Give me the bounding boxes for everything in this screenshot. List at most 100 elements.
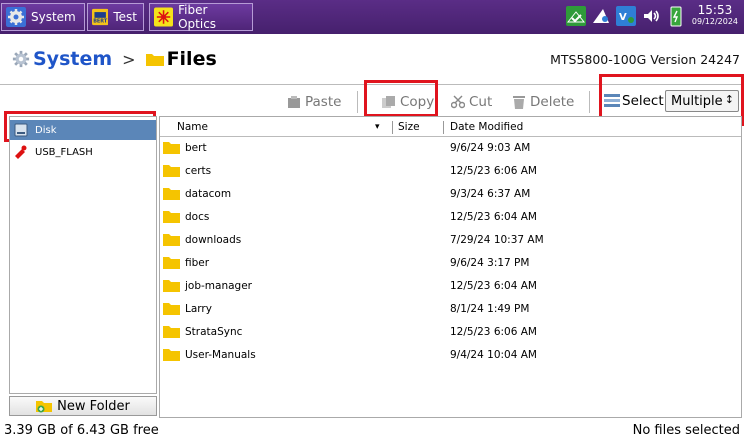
cut-button[interactable]: Cut (451, 92, 492, 112)
column-divider[interactable] (392, 121, 393, 134)
select-mode-value: Multiple (671, 93, 723, 109)
paste-button[interactable]: Paste (287, 92, 341, 112)
table-row[interactable]: docs 12/5/23 6:04 AM (160, 207, 741, 229)
folder-icon (163, 211, 180, 223)
file-table: Name ▾ Size Date Modified bert 9/6/24 9:0… (159, 116, 742, 418)
file-date-modified: 9/4/24 10:04 AM (450, 349, 537, 361)
drive-item-disk[interactable]: Disk (10, 120, 156, 140)
disk-free-space: 3.39 GB of 6.43 GB free (4, 423, 159, 438)
file-name: User-Manuals (185, 349, 256, 361)
svg-text:V: V (619, 12, 627, 23)
select-mode-dropdown[interactable]: Multiple ↕ (665, 90, 739, 112)
disk-icon (14, 123, 28, 137)
folder-icon (163, 188, 180, 200)
file-date-modified: 9/6/24 9:03 AM (450, 142, 531, 154)
table-row[interactable]: fiber 9/6/24 3:17 PM (160, 253, 741, 275)
bert-icon: BERT (92, 8, 109, 26)
file-date-modified: 7/29/24 10:37 AM (450, 234, 544, 246)
file-name: job-manager (185, 280, 252, 292)
scissors-icon (451, 95, 465, 109)
breadcrumb: System > Files (12, 46, 217, 72)
paste-icon (288, 96, 300, 108)
file-date-modified: 12/5/23 6:06 AM (450, 326, 537, 338)
folder-icon (163, 165, 180, 177)
speaker-icon[interactable] (641, 6, 661, 26)
file-name: docs (185, 211, 210, 223)
file-name: bert (185, 142, 207, 154)
folder-icon (163, 257, 180, 269)
toolbar-divider (357, 91, 358, 113)
file-name: downloads (185, 234, 242, 246)
remote-icon[interactable] (591, 6, 611, 26)
select-label-text: Select (622, 93, 664, 109)
clock: 15:53 09/12/2024 (692, 3, 738, 27)
folder-icon (163, 326, 180, 338)
column-header-size[interactable]: Size (398, 121, 420, 133)
gear-icon (6, 7, 26, 27)
column-header-date-modified[interactable]: Date Modified (450, 121, 523, 133)
vnc-icon[interactable]: V (616, 6, 636, 26)
multi-select-icon (604, 94, 620, 107)
app-fiber-optics-label: Fiber Optics (178, 3, 217, 31)
table-row[interactable]: datacom 9/3/24 6:37 AM (160, 184, 741, 206)
copy-icon (382, 96, 395, 108)
file-date-modified: 12/5/23 6:06 AM (450, 165, 537, 177)
table-row[interactable]: downloads 7/29/24 10:37 AM (160, 230, 741, 252)
folder-icon (163, 303, 180, 315)
file-toolbar: Paste Copy Cut Delete Select Multiple ↕ (0, 84, 744, 116)
toolbar-divider (589, 91, 590, 113)
selection-status: No files selected (632, 423, 740, 438)
file-name: datacom (185, 188, 232, 200)
table-row[interactable]: Larry 8/1/24 1:49 PM (160, 299, 741, 321)
file-name: fiber (185, 257, 210, 269)
column-divider[interactable] (443, 121, 444, 134)
drive-list: Disk USB_FLASH (9, 116, 157, 394)
copy-button[interactable]: Copy (382, 92, 434, 112)
select-mode-label: Select (604, 93, 664, 109)
cut-label: Cut (469, 94, 493, 110)
version-label: MTS5800-100G Version 24247 (550, 52, 740, 67)
chevron-updown-icon: ↕ (724, 93, 734, 106)
file-name: Larry (185, 303, 212, 315)
app-system-button[interactable]: System (1, 3, 85, 31)
file-date-modified: 12/5/23 6:04 AM (450, 211, 537, 223)
new-folder-button[interactable]: New Folder (9, 396, 157, 416)
network-check-icon[interactable] (566, 6, 586, 26)
new-folder-icon (36, 401, 53, 413)
folder-icon (163, 234, 180, 246)
top-app-bar: System BERT Test Fiber Optics V 15:53 09… (0, 0, 744, 34)
usb-flash-icon (15, 145, 27, 159)
table-row[interactable]: certs 12/5/23 6:06 AM (160, 161, 741, 183)
sort-descending-icon[interactable]: ▾ (375, 122, 380, 132)
status-icons: V (566, 6, 686, 27)
drive-label: USB_FLASH (35, 146, 93, 158)
fiber-optics-icon (154, 7, 174, 27)
trash-icon (513, 96, 525, 109)
file-date-modified: 12/5/23 6:04 AM (450, 280, 537, 292)
drive-label: Disk (35, 124, 57, 136)
folder-icon (163, 280, 180, 292)
drive-item-usb-flash[interactable]: USB_FLASH (10, 142, 156, 162)
page-title: Files (166, 48, 217, 70)
table-row[interactable]: job-manager 12/5/23 6:04 AM (160, 276, 741, 298)
table-row[interactable]: User-Manuals 9/4/24 10:04 AM (160, 345, 741, 367)
column-header-name[interactable]: Name (177, 121, 208, 133)
clock-time: 15:53 (697, 3, 733, 17)
file-name: StrataSync (185, 326, 243, 338)
file-date-modified: 9/6/24 3:17 PM (450, 257, 530, 269)
app-test-button[interactable]: BERT Test (87, 3, 144, 31)
bert-icon-text: BERT (93, 19, 108, 25)
table-row[interactable]: StrataSync 12/5/23 6:06 AM (160, 322, 741, 344)
file-name: certs (185, 165, 212, 177)
folder-icon (145, 54, 164, 66)
new-folder-label: New Folder (57, 398, 130, 414)
folder-icon (163, 142, 180, 154)
delete-button[interactable]: Delete (512, 92, 574, 112)
app-fiber-optics-button[interactable]: Fiber Optics (149, 3, 253, 31)
table-row[interactable]: bert 9/6/24 9:03 AM (160, 138, 741, 160)
app-system-label: System (31, 10, 76, 24)
breadcrumb-system-link[interactable]: System (33, 48, 112, 70)
paste-label: Paste (305, 94, 342, 110)
file-date-modified: 9/3/24 6:37 AM (450, 188, 531, 200)
table-header: Name ▾ Size Date Modified (160, 117, 741, 137)
